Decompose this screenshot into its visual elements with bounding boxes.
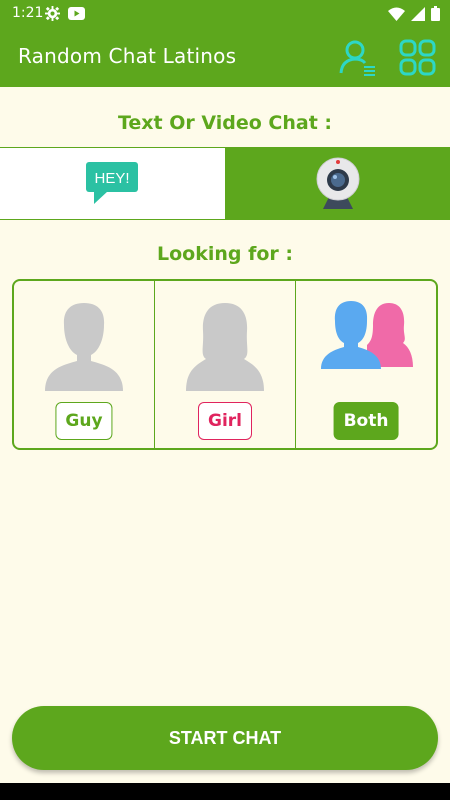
girl-button[interactable]: Girl bbox=[198, 402, 252, 440]
male-avatar-icon bbox=[45, 303, 123, 391]
status-icons bbox=[388, 6, 440, 21]
apps-grid-button[interactable] bbox=[398, 38, 438, 78]
apps-grid-icon bbox=[399, 39, 436, 76]
speech-bubble-icon: HEY! bbox=[86, 161, 139, 204]
speech-bubble-text: HEY! bbox=[95, 170, 130, 187]
user-list-button[interactable] bbox=[338, 38, 378, 78]
app-title: Random Chat Latinos bbox=[18, 44, 237, 68]
both-genders-icon bbox=[321, 301, 413, 369]
system-nav-bar bbox=[0, 783, 450, 800]
text-chat-option[interactable]: HEY! bbox=[0, 148, 226, 219]
user-list-icon bbox=[339, 40, 375, 76]
battery-icon bbox=[431, 6, 440, 21]
chat-mode-selector: HEY! bbox=[0, 147, 450, 220]
video-chat-option[interactable] bbox=[225, 148, 450, 219]
youtube-icon bbox=[68, 7, 85, 20]
status-bar: 1:21 bbox=[0, 0, 450, 28]
wifi-icon bbox=[388, 7, 405, 21]
start-chat-button[interactable]: START CHAT bbox=[12, 706, 438, 770]
gender-option-guy[interactable]: Guy bbox=[14, 281, 154, 448]
gender-selector: Guy Girl Both bbox=[12, 279, 438, 450]
female-avatar-icon bbox=[186, 303, 264, 391]
app-bar: Random Chat Latinos bbox=[0, 28, 450, 87]
looking-for-heading: Looking for : bbox=[156, 243, 293, 265]
webcam-icon bbox=[316, 157, 360, 209]
both-button[interactable]: Both bbox=[333, 402, 399, 440]
settings-gear-icon bbox=[45, 6, 60, 21]
gender-option-both[interactable]: Both bbox=[295, 281, 436, 448]
gender-option-girl[interactable]: Girl bbox=[154, 281, 295, 448]
chat-type-heading: Text Or Video Chat : bbox=[117, 112, 333, 134]
signal-icon bbox=[411, 6, 425, 21]
status-time: 1:21 bbox=[12, 5, 44, 21]
guy-button[interactable]: Guy bbox=[55, 402, 113, 440]
